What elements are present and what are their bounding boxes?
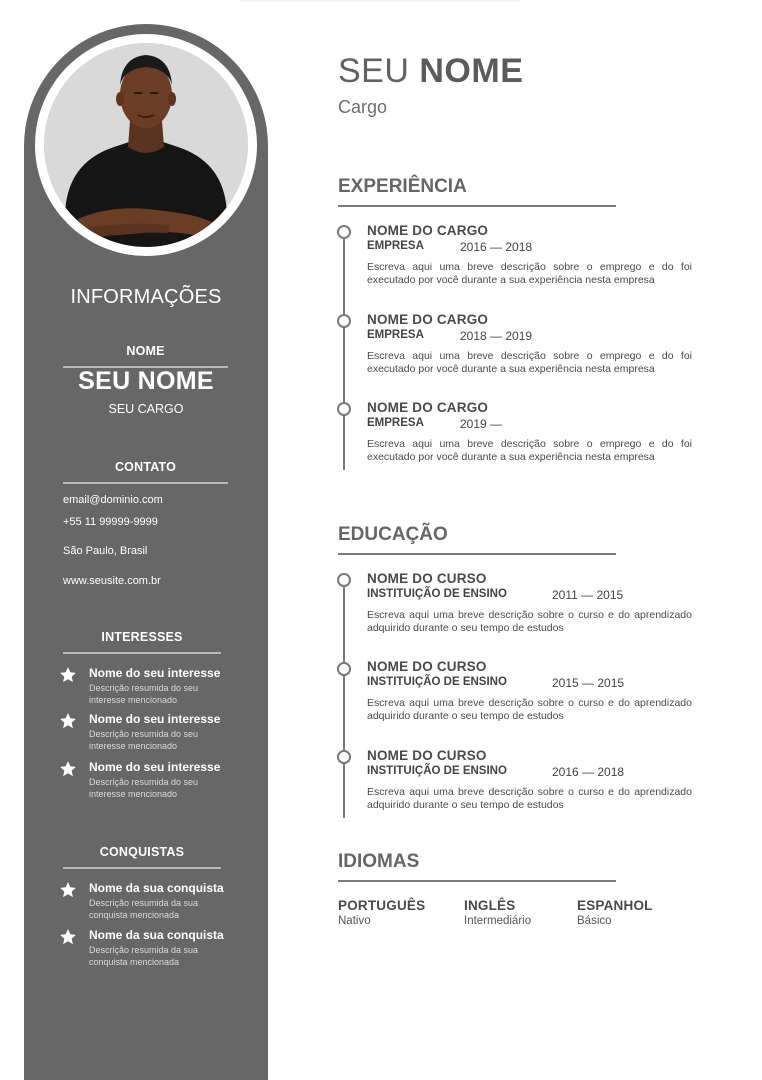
contact-website: www.seusite.com.br	[63, 575, 161, 587]
name-bold: NOME	[419, 52, 524, 90]
institution-name: INSTITUIÇÃO DE ENSINO	[367, 676, 507, 688]
timeline-dot	[337, 573, 351, 587]
resume-role: Cargo	[338, 97, 388, 117]
job-description: Escreva aqui uma breve descrição sobre o…	[367, 261, 692, 286]
course-title: NOME DO CURSO	[367, 571, 487, 586]
company-name: EMPRESA	[367, 417, 424, 429]
course-description: Escreva aqui uma breve descrição sobre o…	[367, 697, 692, 722]
course-title: NOME DO CURSO	[367, 659, 487, 674]
job-period: 2018 — 2019	[460, 329, 533, 343]
name-light: SEU	[338, 52, 410, 90]
job-description: Escreva aqui uma breve descrição sobre o…	[367, 350, 692, 375]
sidebar: INFORMAÇÕES NOME SEU NOME SEU CARGO CONT…	[24, 24, 268, 1080]
timeline-dot	[337, 225, 351, 239]
profile-photo	[44, 43, 248, 247]
language-name: INGLÊS	[464, 898, 516, 913]
job-period: 2019 —	[460, 417, 503, 431]
sidebar-role: SEU CARGO	[108, 402, 184, 416]
contact-heading: CONTATO	[63, 460, 228, 484]
language-name: ESPANHOL	[577, 898, 653, 913]
language-item: INGLÊS Intermediário	[464, 898, 531, 927]
job-description: Escreva aqui uma breve descrição sobre o…	[367, 438, 692, 463]
interest-desc: Descrição resumida do seu interesse menc…	[89, 683, 199, 705]
achievement-desc: Descrição resumida da sua conquista menc…	[89, 945, 199, 967]
star-icon	[60, 761, 76, 777]
language-level: Nativo	[338, 915, 371, 927]
name-section-heading: NOME	[63, 344, 228, 368]
interest-desc: Descrição resumida do seu interesse menc…	[89, 729, 199, 751]
institution-name: INSTITUIÇÃO DE ENSINO	[367, 765, 507, 777]
interests-heading: INTERESSES	[63, 630, 221, 654]
star-icon	[60, 929, 76, 945]
top-shadow	[240, 0, 520, 3]
experience-entry: NOME DO CARGO EMPRESA 2018 — 2019 Escrev…	[367, 312, 692, 375]
experience-timeline	[343, 232, 345, 470]
company-name: EMPRESA	[367, 329, 424, 341]
experience-heading: EXPERIÊNCIA	[338, 176, 616, 207]
language-name: PORTUGUÊS	[338, 898, 426, 913]
languages-heading: IDIOMAS	[338, 851, 616, 882]
interest-title: Nome do seu interesse	[89, 760, 221, 774]
resume-name-title: SEU NOME	[338, 52, 523, 91]
education-heading: EDUCAÇÃO	[338, 524, 616, 555]
education-timeline	[343, 580, 345, 818]
job-period: 2016 — 2018	[460, 240, 533, 254]
language-level: Básico	[577, 915, 612, 927]
course-period: 2011 — 2015	[552, 588, 624, 602]
contact-location: São Paulo, Brasil	[63, 545, 148, 557]
experience-entry: NOME DO CARGO EMPRESA 2016 — 2018 Escrev…	[367, 223, 692, 286]
sidebar-name: SEU NOME	[78, 367, 214, 395]
course-description: Escreva aqui uma breve descrição sobre o…	[367, 786, 692, 811]
achievement-title: Nome da sua conquista	[89, 881, 224, 895]
timeline-dot	[337, 750, 351, 764]
star-icon	[60, 667, 76, 683]
experience-entry: NOME DO CARGO EMPRESA 2019 — Escreva aqu…	[367, 400, 692, 463]
job-title: NOME DO CARGO	[367, 223, 489, 238]
course-period: 2015 — 2015	[552, 676, 625, 690]
contact-email: email@dominio.com	[63, 494, 163, 506]
language-level: Intermediário	[464, 915, 532, 927]
education-entry: NOME DO CURSO INSTITUIÇÃO DE ENSINO 2011…	[367, 571, 692, 634]
job-title: NOME DO CARGO	[367, 312, 489, 327]
achievement-title: Nome da sua conquista	[89, 928, 224, 942]
company-name: EMPRESA	[367, 240, 424, 252]
timeline-dot	[337, 314, 351, 328]
job-title: NOME DO CARGO	[367, 400, 489, 415]
profile-photo-frame	[35, 34, 257, 256]
interest-title: Nome do seu interesse	[89, 666, 221, 680]
language-item: ESPANHOL Básico	[577, 898, 653, 927]
achievement-desc: Descrição resumida da sua conquista menc…	[89, 898, 199, 920]
contact-phone: +55 11 99999-9999	[63, 516, 158, 528]
star-icon	[60, 882, 76, 898]
timeline-dot	[337, 402, 351, 416]
interest-desc: Descrição resumida do seu interesse menc…	[89, 777, 199, 799]
info-title: INFORMAÇÕES	[70, 286, 222, 308]
education-entry: NOME DO CURSO INSTITUIÇÃO DE ENSINO 2015…	[367, 659, 692, 722]
achievements-heading: CONQUISTAS	[63, 845, 221, 869]
course-description: Escreva aqui uma breve descrição sobre o…	[367, 609, 692, 634]
education-entry: NOME DO CURSO INSTITUIÇÃO DE ENSINO 2016…	[367, 748, 692, 811]
language-item: PORTUGUÊS Nativo	[338, 898, 425, 927]
course-period: 2016 — 2018	[552, 765, 625, 779]
interest-title: Nome do seu interesse	[89, 712, 221, 726]
institution-name: INSTITUIÇÃO DE ENSINO	[367, 588, 507, 600]
timeline-dot	[337, 662, 351, 676]
course-title: NOME DO CURSO	[367, 748, 487, 763]
star-icon	[60, 713, 76, 729]
